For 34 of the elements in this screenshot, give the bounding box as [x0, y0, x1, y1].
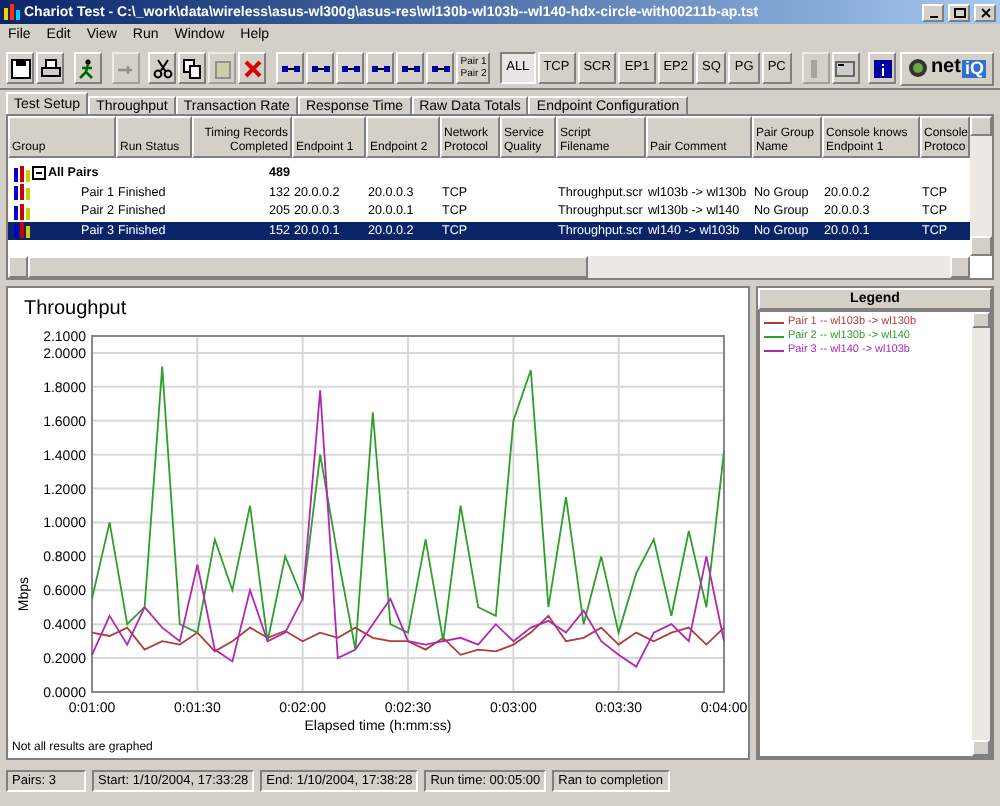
minimize-button[interactable]	[922, 3, 944, 21]
vertical-scrollbar[interactable]	[970, 116, 992, 256]
pair-tool-button[interactable]	[396, 52, 425, 84]
printer-icon	[39, 57, 62, 79]
close-icon	[979, 7, 991, 17]
pair-tool-button[interactable]	[426, 52, 455, 84]
pair-tool-button[interactable]	[366, 52, 395, 84]
copy-button[interactable]	[178, 52, 207, 84]
legend-scrollbar[interactable]	[972, 312, 990, 756]
collapse-icon[interactable]	[32, 166, 46, 181]
delete-icon	[241, 57, 264, 79]
chart-title: Throughput	[22, 296, 129, 324]
cut-button[interactable]	[148, 52, 177, 84]
save-button[interactable]	[6, 52, 35, 84]
pair-tool-button[interactable]	[306, 52, 335, 84]
horizontal-scrollbar[interactable]	[8, 256, 970, 278]
scissors-icon	[151, 57, 174, 79]
delete-button[interactable]	[238, 52, 267, 84]
clipboard-icon	[211, 57, 234, 79]
info-icon	[871, 57, 894, 79]
pair-tool-button[interactable]	[276, 52, 305, 84]
window-icon	[834, 57, 857, 79]
close-button[interactable]	[974, 3, 996, 21]
print-button[interactable]	[36, 52, 65, 84]
globe-icon	[908, 58, 929, 78]
pair-tool-button[interactable]	[336, 52, 365, 84]
logo: net iQ	[900, 51, 994, 85]
info-button[interactable]	[868, 52, 897, 84]
run-button[interactable]	[73, 52, 102, 84]
maximize-button[interactable]	[948, 3, 970, 21]
panel-view-button[interactable]	[831, 52, 860, 84]
maximize-icon	[953, 7, 965, 17]
app-icon	[4, 4, 20, 20]
copy-icon	[181, 57, 204, 79]
